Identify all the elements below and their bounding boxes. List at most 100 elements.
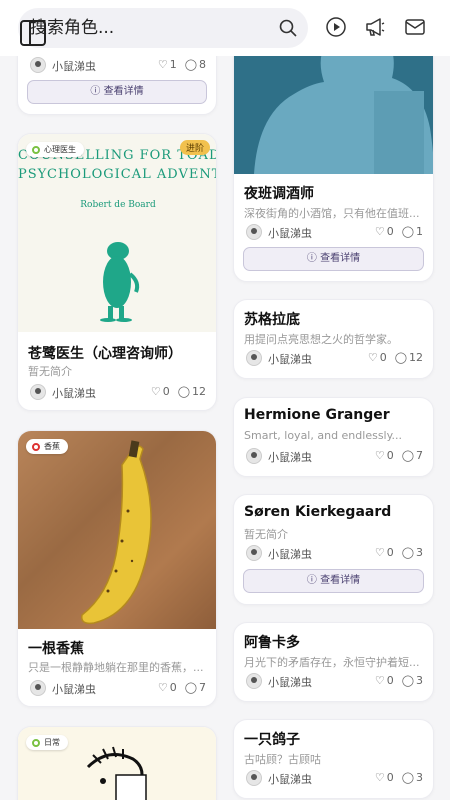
comments-count: ◯ 12 [394, 351, 423, 364]
author-name: 小鼠涕虫 [268, 676, 312, 689]
heart-icon: ♡ [374, 449, 385, 462]
author-name: 小鼠涕虫 [268, 227, 312, 240]
card-meta: 小鼠涕虫 ♡ 0 ◯ 12 [28, 384, 206, 402]
comment-icon: ◯ [177, 385, 190, 398]
likes-count: ♡ 0 [374, 546, 394, 559]
card-title: 夜班调酒师 [244, 186, 314, 202]
search-bar[interactable] [18, 8, 308, 48]
heart-icon: ♡ [367, 351, 378, 364]
heart-icon: ♡ [374, 546, 385, 559]
search-icon[interactable] [278, 18, 298, 38]
card-description: 古咕顾？古顾咕 [244, 753, 321, 766]
likes-count: ♡ 0 [374, 225, 394, 238]
card-meta: 小鼠涕虫 ♡ 0 ◯ 1 [244, 224, 423, 242]
sidebar-toggle-icon[interactable] [20, 20, 46, 46]
card-title: 阿鲁卡多 [244, 635, 300, 651]
comment-icon: ◯ [401, 225, 414, 238]
comments-count: ◯ 3 [401, 546, 423, 559]
likes-count: ♡ 0 [150, 385, 170, 398]
character-card[interactable]: 日常 [17, 726, 217, 800]
card-description: 暂无简介 [28, 365, 72, 378]
comments-count: ◯ 3 [401, 771, 423, 784]
heart-icon: ♡ [374, 225, 385, 238]
cover-image: 香蕉 [18, 431, 216, 629]
author-name: 小鼠涕虫 [52, 387, 96, 400]
play-icon[interactable] [325, 16, 347, 38]
author-name: 小鼠涕虫 [52, 683, 96, 696]
likes-count: ♡ 0 [367, 351, 387, 364]
author-avatar [246, 545, 262, 561]
banana-illustration [81, 440, 152, 625]
author-avatar [30, 57, 46, 73]
card-title: Hermione Granger [244, 407, 390, 423]
character-card[interactable]: 一只鸽子 古咕顾？古顾咕 小鼠涕虫 ♡ 0 ◯ 3 [233, 719, 434, 799]
heart-icon: ♡ [374, 674, 385, 687]
category-tag: 香蕉 [26, 439, 68, 454]
comments-count: ◯ 7 [184, 681, 206, 694]
author-avatar [246, 770, 262, 786]
heart-icon: ♡ [157, 681, 168, 694]
card-title: 苏格拉底 [244, 312, 300, 328]
author-avatar [246, 448, 262, 464]
card-meta: 小鼠涕虫 ♡ 0 ◯ 3 [244, 673, 423, 691]
comment-icon: ◯ [184, 681, 197, 694]
heart-icon: ♡ [150, 385, 161, 398]
author-avatar [246, 673, 262, 689]
comment-icon: ◯ [401, 674, 414, 687]
card-title: 一只鸽子 [244, 732, 300, 748]
card-meta: 小鼠涕虫 ♡ 1 ◯ 8 [28, 57, 206, 75]
card-description: 月光下的矛盾存在，永恒守护着短... [244, 656, 420, 669]
comment-icon: ◯ [401, 546, 414, 559]
card-description: 只是一根静静地躺在那里的香蕉，... [28, 661, 204, 674]
cover-image: COUNSELLING FOR TOADS: PSYCHOLOGICAL ADV… [18, 134, 216, 332]
card-meta: 小鼠涕虫 ♡ 0 ◯ 7 [244, 448, 423, 466]
top-bar [0, 0, 450, 56]
heart-icon: ♡ [157, 58, 168, 71]
view-details-button[interactable]: ⓘ 查看详情 [243, 569, 424, 593]
character-card[interactable]: 阿鲁卡多 月光下的矛盾存在，永恒守护着短... 小鼠涕虫 ♡ 0 ◯ 3 [233, 622, 434, 702]
comments-count: ◯ 7 [401, 449, 423, 462]
card-description: 深夜街角的小酒馆，只有他在值班... [244, 207, 420, 220]
card-meta: 小鼠涕虫 ♡ 0 ◯ 3 [244, 770, 423, 788]
likes-count: ♡ 0 [374, 449, 394, 462]
card-meta: 小鼠涕虫 ♡ 0 ◯ 3 [244, 545, 423, 563]
character-card[interactable]: 香蕉 一根香蕉 只是一根静静地躺在那里的香蕉，... 小鼠涕虫 ♡ 0 ◯ 7 [17, 430, 217, 707]
level-badge: 进阶 [179, 140, 210, 155]
category-tag: 心理医生 [26, 142, 84, 157]
comments-count: ◯ 1 [401, 225, 423, 238]
character-card[interactable]: COUNSELLING FOR TOADS: PSYCHOLOGICAL ADV… [17, 133, 217, 411]
author-avatar [30, 384, 46, 400]
info-icon: ⓘ [306, 253, 317, 264]
card-description: 用提问点亮思想之火的哲学家。 [244, 333, 398, 346]
character-card[interactable]: Hermione Granger Smart, loyal, and endle… [233, 397, 434, 477]
category-tag: 日常 [26, 735, 68, 750]
view-details-button[interactable]: ⓘ 查看详情 [243, 247, 424, 271]
comments-count: ◯ 8 [184, 58, 206, 71]
author-avatar [246, 224, 262, 240]
heart-icon: ♡ [374, 771, 385, 784]
author-name: 小鼠涕虫 [268, 451, 312, 464]
card-description: Smart, loyal, and endlessly... [244, 429, 403, 442]
character-card[interactable]: Søren Kierkegaard 暂无简介 小鼠涕虫 ♡ 0 ◯ 3 ⓘ 查看详情 [233, 494, 434, 605]
comment-icon: ◯ [401, 449, 414, 462]
card-description: 暂无简介 [244, 528, 288, 541]
info-icon: ⓘ [90, 86, 101, 97]
card-meta: 小鼠涕虫 ♡ 0 ◯ 12 [244, 350, 423, 368]
comment-icon: ◯ [394, 351, 407, 364]
author-name: 小鼠涕虫 [268, 353, 312, 366]
view-details-button[interactable]: ⓘ 查看详情 [27, 80, 207, 104]
character-card[interactable]: 苏格拉底 用提问点亮思想之火的哲学家。 小鼠涕虫 ♡ 0 ◯ 12 [233, 299, 434, 379]
likes-count: ♡ 0 [374, 674, 394, 687]
likes-count: ♡ 0 [157, 681, 177, 694]
mail-icon[interactable] [404, 16, 426, 38]
comments-count: ◯ 3 [401, 674, 423, 687]
megaphone-icon[interactable] [364, 16, 386, 38]
likes-count: ♡ 0 [374, 771, 394, 784]
search-input[interactable] [30, 14, 270, 42]
comment-icon: ◯ [401, 771, 414, 784]
author-name: 小鼠涕虫 [268, 773, 312, 786]
author-avatar [246, 350, 262, 366]
info-icon: ⓘ [306, 575, 317, 586]
author-name: 小鼠涕虫 [52, 60, 96, 73]
card-title: 一根香蕉 [28, 641, 84, 657]
